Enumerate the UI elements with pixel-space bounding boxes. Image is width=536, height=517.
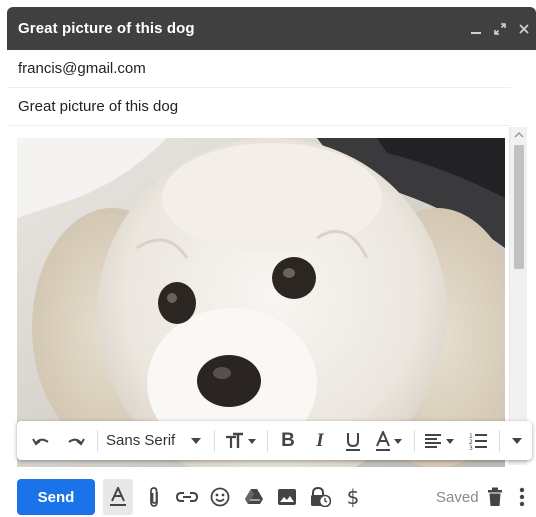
send-money-icon[interactable]: $ [338, 479, 368, 515]
minimize-icon[interactable] [464, 17, 488, 41]
message-body[interactable] [7, 127, 536, 467]
compose-title: Great picture of this dog [18, 20, 195, 37]
bold-icon[interactable]: B [272, 421, 304, 460]
body-scrollbar[interactable] [509, 127, 527, 465]
toolbar-divider [214, 429, 215, 452]
window-controls [464, 7, 536, 50]
attach-file-icon[interactable] [139, 479, 169, 515]
svg-text:3: 3 [469, 445, 473, 450]
more-formatting-icon[interactable] [504, 421, 530, 460]
undo-icon[interactable] [23, 421, 59, 460]
insert-emoji-icon[interactable] [205, 479, 235, 515]
more-options-icon[interactable] [511, 479, 533, 515]
align-icon[interactable] [419, 421, 461, 460]
recipient-address: francis@gmail.com [18, 60, 146, 77]
chevron-down-icon [191, 437, 202, 444]
send-button[interactable]: Send [17, 479, 95, 515]
recipients-field[interactable]: francis@gmail.com [7, 50, 511, 88]
formatting-options-icon[interactable] [103, 479, 133, 515]
fullscreen-icon[interactable] [488, 17, 512, 41]
underline-icon[interactable] [336, 421, 370, 460]
saved-status: Saved [436, 489, 479, 506]
toolbar-divider [414, 429, 415, 452]
toolbar-divider [499, 429, 500, 452]
text-color-icon[interactable] [370, 421, 410, 460]
confidential-mode-icon[interactable] [305, 479, 335, 515]
insert-photo-icon[interactable] [272, 479, 302, 515]
discard-draft-icon[interactable] [480, 479, 510, 515]
scrollbar-thumb[interactable] [514, 145, 524, 269]
close-icon[interactable] [512, 17, 536, 41]
subject-text: Great picture of this dog [18, 98, 179, 115]
scroll-up-arrow-icon[interactable] [510, 127, 528, 143]
font-size-icon[interactable] [219, 421, 263, 460]
subject-field[interactable]: Great picture of this dog [7, 88, 511, 126]
formatting-toolbar: Sans Serif B I 123 [17, 421, 532, 460]
insert-link-icon[interactable] [172, 479, 202, 515]
redo-icon[interactable] [59, 421, 93, 460]
toolbar-divider [267, 429, 268, 452]
compose-titlebar[interactable]: Great picture of this dog [7, 7, 536, 50]
toolbar-divider [97, 429, 98, 452]
font-family-select[interactable]: Sans Serif [102, 421, 210, 460]
numbered-list-icon[interactable]: 123 [461, 421, 495, 460]
italic-icon[interactable]: I [304, 421, 336, 460]
font-family-label: Sans Serif [106, 432, 176, 449]
compose-actionbar: Send $ Saved [0, 470, 536, 517]
inline-dog-photo[interactable] [17, 138, 505, 467]
google-drive-icon[interactable] [239, 479, 269, 515]
